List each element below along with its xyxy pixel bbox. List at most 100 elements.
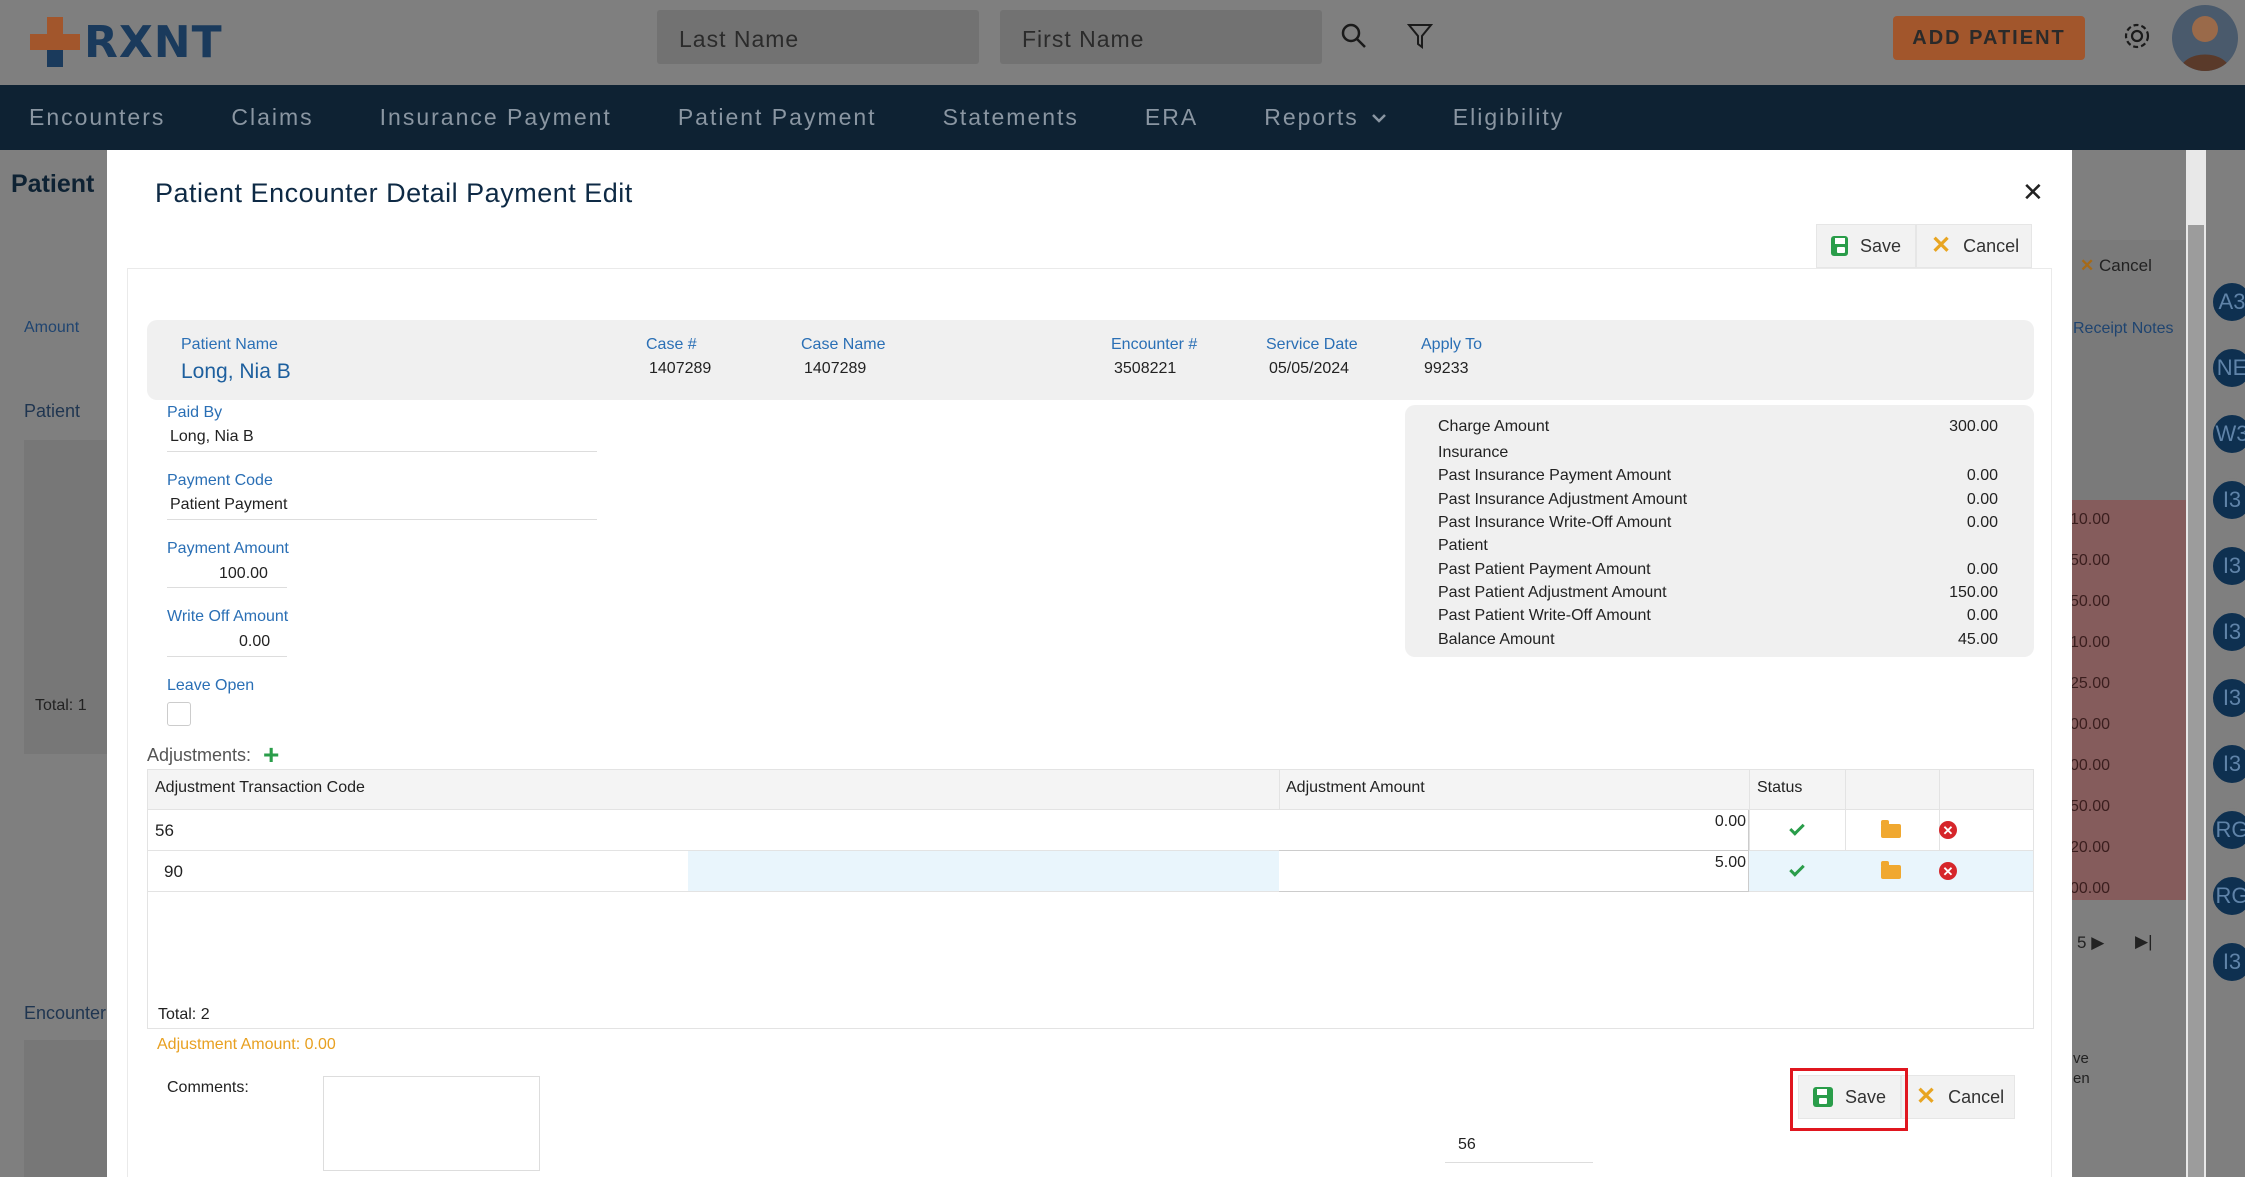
modal-title: Patient Encounter Detail Payment Edit — [155, 178, 633, 208]
chevron-down-icon — [1371, 113, 1386, 123]
top-header: RXNT Last Name First Name ADD PATIENT — [0, 0, 2245, 85]
scrollbar-thumb[interactable] — [2188, 225, 2204, 1177]
nav-encounters[interactable]: Encounters — [29, 104, 165, 131]
nav-eligibility[interactable]: Eligibility — [1453, 104, 1564, 131]
last-name-search-input[interactable]: Last Name — [657, 10, 979, 64]
adjustment-code-cell[interactable]: 56 — [155, 821, 174, 841]
nav-insurance-payment[interactable]: Insurance Payment — [380, 104, 612, 131]
case-name-label: Case Name — [801, 336, 886, 353]
side-circle-5[interactable]: I3 — [2210, 610, 2245, 654]
cancel-x-icon: ✕ — [1931, 232, 1952, 259]
remove-row-icon[interactable]: ✕ — [1939, 862, 1957, 880]
top-cancel-button[interactable]: ✕ Cancel — [1916, 224, 2032, 268]
search-icon[interactable] — [1336, 18, 1372, 54]
encounter-number-label: Encounter # — [1111, 336, 1198, 353]
summary-past-insurance-writeoff: Past Insurance Write-Off Amount 0.00 — [1438, 514, 1998, 531]
header-adjustment-amount[interactable]: Adjustment Amount — [1286, 779, 1425, 797]
write-off-field[interactable]: 0.00 — [239, 633, 270, 651]
folder-icon[interactable] — [1881, 861, 1901, 879]
payment-amount-underline — [167, 587, 287, 588]
background-receipt-notes: Receipt Notes — [2073, 320, 2174, 337]
side-circle-8[interactable]: RG — [2210, 808, 2245, 852]
side-circle-6[interactable]: I3 — [2210, 676, 2245, 720]
header-transaction-code[interactable]: Adjustment Transaction Code — [155, 779, 365, 797]
comments-textarea[interactable] — [323, 1076, 540, 1171]
side-circle-9[interactable]: RG — [2210, 874, 2245, 918]
nav-claims[interactable]: Claims — [231, 104, 313, 131]
apply-to-label: Apply To — [1421, 336, 1483, 353]
leave-open-label: Leave Open — [167, 677, 255, 694]
adjustments-label: Adjustments: — [147, 745, 252, 765]
first-name-search-input[interactable]: First Name — [1000, 10, 1322, 64]
case-name-value: 1407289 — [804, 360, 867, 377]
background-page-number[interactable]: 5 ▶ — [2077, 933, 2104, 953]
summary-past-insurance-adjustment: Past Insurance Adjustment Amount 0.00 — [1438, 491, 1998, 508]
summary-balance-amount: Balance Amount 45.00 — [1438, 631, 1998, 648]
folder-icon[interactable] — [1881, 820, 1901, 838]
service-date-label: Service Date — [1266, 336, 1358, 353]
main-navbar: Encounters Claims Insurance Payment Pati… — [0, 85, 2245, 150]
payment-code-field[interactable]: Patient Payment — [170, 496, 287, 514]
patient-name-label: Patient Name — [181, 336, 278, 353]
background-right-panel — [2072, 240, 2186, 540]
save-highlight-box — [1790, 1068, 1908, 1131]
side-circle-4[interactable]: I3 — [2210, 544, 2245, 588]
adjustments-total: Total: 2 — [158, 1006, 210, 1023]
background-page-title: Patient — [11, 170, 95, 198]
paid-by-field[interactable]: Long, Nia B — [170, 428, 254, 446]
summary-insurance-heading: Insurance — [1438, 444, 1509, 461]
comments-label: Comments: — [167, 1079, 249, 1096]
nav-patient-payment[interactable]: Patient Payment — [678, 104, 877, 131]
remove-row-icon[interactable]: ✕ — [1939, 821, 1957, 839]
payment-amount-field[interactable]: 100.00 — [219, 565, 268, 583]
patient-name-value: Long, Nia B — [181, 360, 291, 383]
adjustment-amount-input[interactable]: 5.00 — [1279, 851, 1749, 892]
payment-code-label: Payment Code — [167, 472, 273, 489]
leave-open-checkbox[interactable] — [167, 702, 191, 726]
side-circle-0[interactable]: A3 — [2210, 280, 2245, 324]
filter-icon[interactable] — [1402, 18, 1438, 54]
nav-statements[interactable]: Statements — [943, 104, 1079, 131]
bottom-code-underline — [1445, 1162, 1593, 1163]
payment-code-underline — [167, 519, 597, 520]
add-patient-button[interactable]: ADD PATIENT — [1893, 16, 2085, 60]
service-date-value: 05/05/2024 — [1269, 360, 1350, 377]
nav-era[interactable]: ERA — [1145, 104, 1198, 131]
encounter-number-value: 3508221 — [1114, 360, 1177, 377]
close-icon[interactable]: ✕ — [2022, 177, 2044, 208]
gear-icon[interactable] — [2119, 18, 2155, 54]
summary-past-patient-writeoff: Past Patient Write-Off Amount 0.00 — [1438, 607, 1998, 624]
add-adjustment-plus-icon[interactable]: + — [263, 739, 279, 771]
side-circle-2[interactable]: W3 — [2210, 412, 2245, 456]
user-avatar[interactable] — [2172, 5, 2238, 71]
header-status[interactable]: Status — [1757, 779, 1802, 797]
adjustment-row[interactable]: 56 0.00 ✕ — [148, 810, 2033, 851]
summary-patient-heading: Patient — [1438, 537, 1488, 554]
background-encounter-label: Encounter — [24, 1003, 107, 1023]
status-check-icon — [1789, 861, 1805, 877]
adjustment-amount-input[interactable]: 0.00 — [1279, 810, 1749, 851]
background-cancel[interactable]: ✕ Cancel — [2080, 256, 2152, 276]
apply-to-value: 99233 — [1424, 360, 1469, 377]
background-bottom-panel — [24, 1040, 108, 1177]
side-circle-1[interactable]: NE — [2210, 346, 2245, 390]
status-check-icon — [1789, 820, 1805, 836]
write-off-label: Write Off Amount — [167, 608, 289, 625]
bottom-cancel-button[interactable]: ✕ Cancel — [1901, 1075, 2015, 1119]
adjustment-code-cell[interactable]: 90 — [164, 862, 183, 882]
side-circle-10[interactable]: I3 — [2210, 940, 2245, 984]
side-circle-7[interactable]: I3 — [2210, 742, 2245, 786]
save-icon — [1831, 236, 1848, 256]
paid-by-label: Paid By — [167, 404, 223, 421]
adjustment-amount-summary: Adjustment Amount: 0.00 — [157, 1036, 336, 1053]
background-partial-text-1: ve — [2073, 1050, 2089, 1067]
nav-reports[interactable]: Reports — [1264, 104, 1387, 131]
summary-charge-amount: Charge Amount 300.00 — [1438, 418, 1998, 435]
side-circle-3[interactable]: I3 — [2210, 478, 2245, 522]
top-save-button[interactable]: Save — [1816, 224, 1916, 268]
rxnt-logo[interactable]: RXNT — [30, 12, 223, 72]
adjustment-row[interactable]: 90 5.00 ✕ — [148, 851, 2033, 892]
summary-past-insurance-payment: Past Insurance Payment Amount 0.00 — [1438, 467, 1998, 484]
last-page-icon[interactable]: ▶| — [2135, 932, 2153, 952]
amount-summary-panel: Charge Amount 300.00 Insurance Past Insur… — [1405, 405, 2034, 657]
